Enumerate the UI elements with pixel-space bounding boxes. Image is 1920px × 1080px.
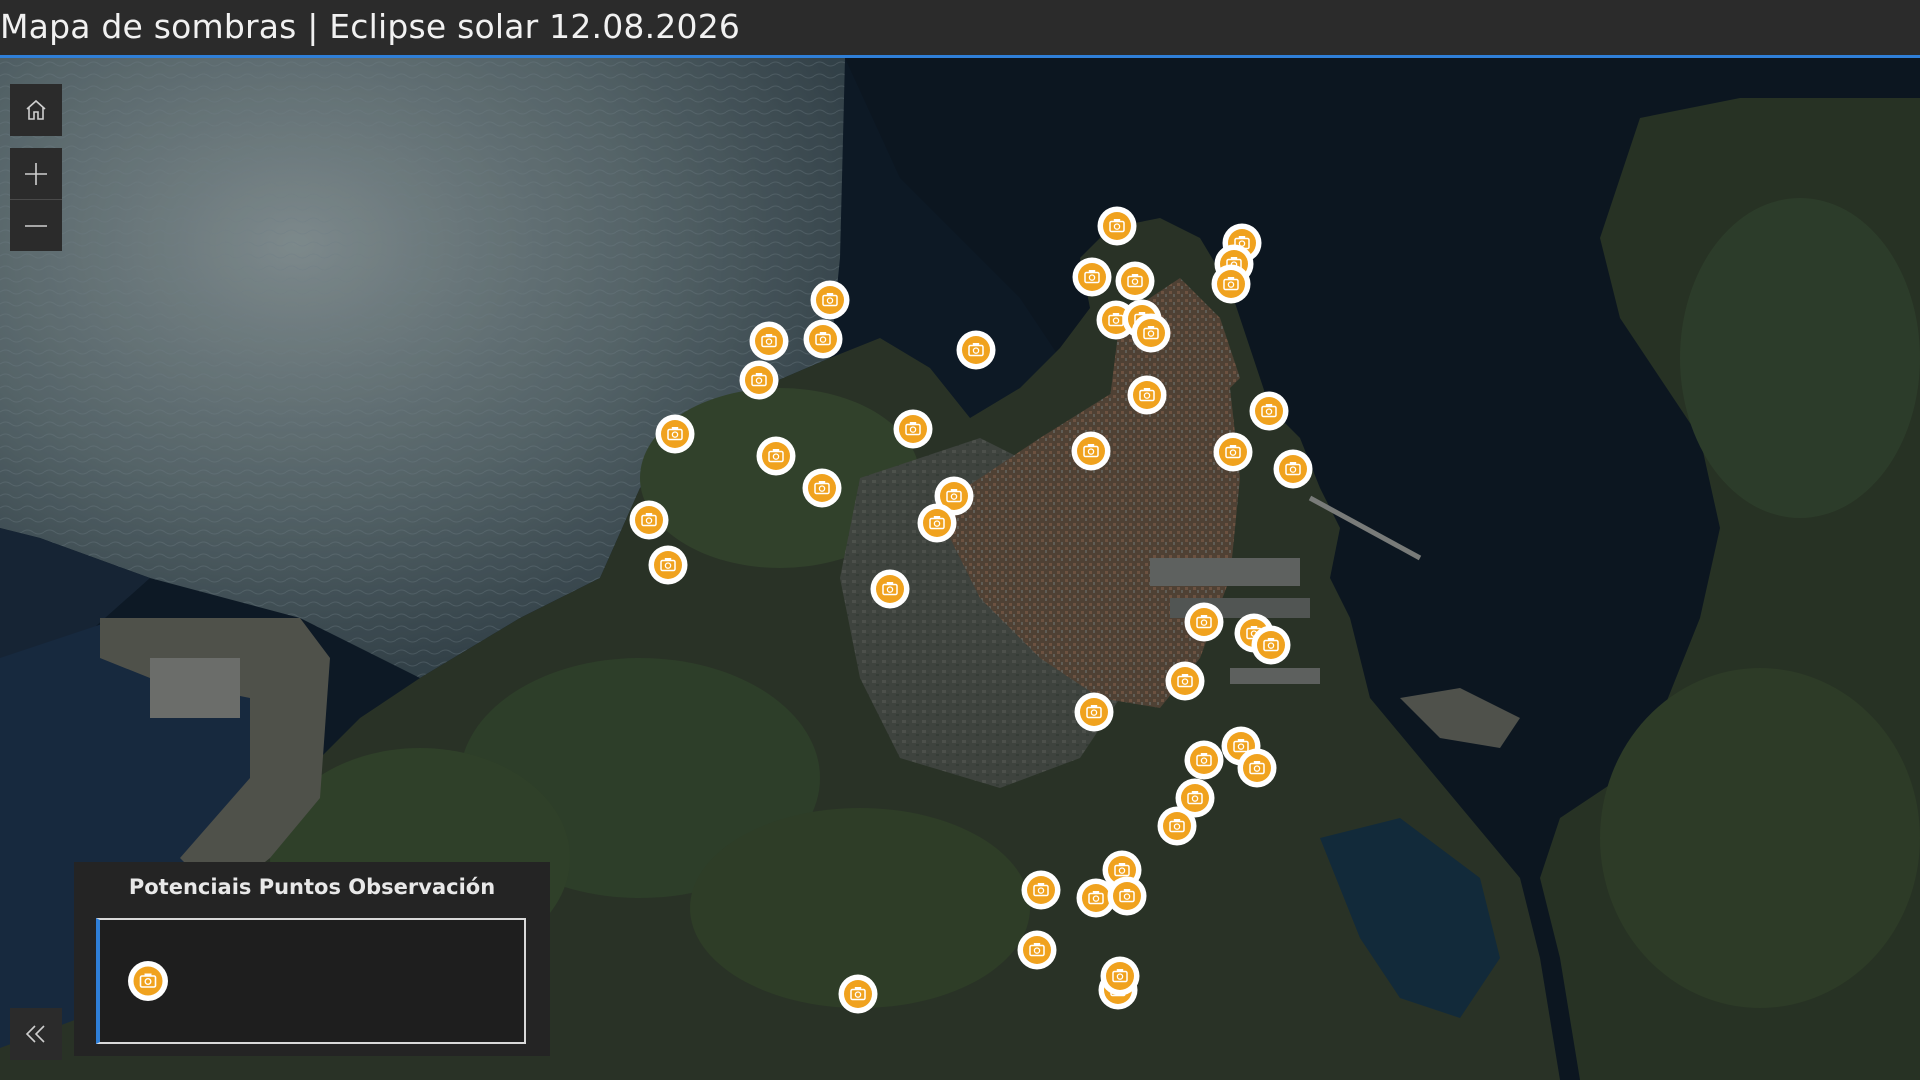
- observation-point-marker[interactable]: [1070, 430, 1112, 472]
- observation-point-marker[interactable]: [748, 320, 790, 362]
- camera-icon: [1020, 869, 1062, 911]
- observation-point-marker[interactable]: [1272, 448, 1314, 490]
- observation-point-marker[interactable]: [837, 973, 879, 1015]
- camera-icon: [1164, 660, 1206, 702]
- camera-icon: [126, 959, 170, 1003]
- camera-icon: [628, 499, 670, 541]
- observation-point-marker[interactable]: [1016, 929, 1058, 971]
- observation-point-marker[interactable]: [1106, 875, 1148, 917]
- observation-point-marker[interactable]: [1126, 374, 1168, 416]
- double-chevron-left-icon: [22, 1020, 50, 1048]
- zoom-in-button[interactable]: [10, 148, 62, 200]
- camera-icon: [1183, 601, 1225, 643]
- camera-icon: [1099, 955, 1141, 997]
- camera-icon: [1236, 747, 1278, 789]
- camera-icon: [869, 568, 911, 610]
- camera-icon: [1212, 431, 1254, 473]
- camera-icon: [1114, 260, 1156, 302]
- observation-point-marker[interactable]: [1156, 805, 1198, 847]
- camera-icon: [1272, 448, 1314, 490]
- observation-point-marker[interactable]: [869, 568, 911, 610]
- camera-icon: [892, 408, 934, 450]
- observation-point-marker[interactable]: [1250, 624, 1292, 666]
- camera-icon: [916, 502, 958, 544]
- observation-point-marker[interactable]: [1099, 955, 1141, 997]
- camera-icon: [1070, 430, 1112, 472]
- plus-icon: [22, 160, 50, 188]
- observation-point-marker[interactable]: [1073, 691, 1115, 733]
- legend-title: Potenciais Puntos Observación: [128, 875, 496, 899]
- camera-icon: [1016, 929, 1058, 971]
- observation-point-marker[interactable]: [654, 413, 696, 455]
- collapse-panel-button[interactable]: [10, 1008, 62, 1060]
- camera-icon: [801, 467, 843, 509]
- observation-point-marker[interactable]: [916, 502, 958, 544]
- observation-point-marker[interactable]: [1020, 869, 1062, 911]
- camera-icon: [755, 435, 797, 477]
- legend-panel: Potenciais Puntos Observación: [74, 862, 550, 1056]
- observation-point-marker[interactable]: [892, 408, 934, 450]
- observation-point-marker[interactable]: [1130, 312, 1172, 354]
- observation-point-marker[interactable]: [1236, 747, 1278, 789]
- observation-point-marker[interactable]: [809, 279, 851, 321]
- observation-point-marker[interactable]: [1114, 260, 1156, 302]
- home-icon: [23, 97, 49, 123]
- camera-icon: [1130, 312, 1172, 354]
- camera-icon: [1126, 374, 1168, 416]
- observation-point-marker[interactable]: [1212, 431, 1254, 473]
- camera-icon: [1210, 263, 1252, 305]
- observation-point-marker[interactable]: [1183, 739, 1225, 781]
- camera-icon: [955, 329, 997, 371]
- observation-point-marker[interactable]: [755, 435, 797, 477]
- page-title: Mapa de sombras | Eclipse solar 12.08.20…: [0, 7, 741, 46]
- camera-icon: [647, 544, 689, 586]
- camera-icon: [1250, 624, 1292, 666]
- camera-icon: [837, 973, 879, 1015]
- observation-point-marker[interactable]: [802, 318, 844, 360]
- camera-icon: [809, 279, 851, 321]
- observation-point-marker[interactable]: [647, 544, 689, 586]
- camera-icon: [738, 359, 780, 401]
- camera-icon: [1183, 739, 1225, 781]
- camera-icon: [1156, 805, 1198, 847]
- camera-icon: [802, 318, 844, 360]
- home-button[interactable]: [10, 84, 62, 136]
- camera-icon: [1106, 875, 1148, 917]
- camera-icon: [1073, 691, 1115, 733]
- observation-point-marker[interactable]: [1248, 390, 1290, 432]
- observation-point-marker[interactable]: [1096, 205, 1138, 247]
- observation-point-marker[interactable]: [1183, 601, 1225, 643]
- minus-icon: [22, 212, 50, 240]
- observation-point-marker[interactable]: [1164, 660, 1206, 702]
- camera-icon: [1096, 205, 1138, 247]
- camera-icon: [748, 320, 790, 362]
- camera-icon: [1248, 390, 1290, 432]
- app-header: Mapa de sombras | Eclipse solar 12.08.20…: [0, 0, 1920, 58]
- observation-point-marker[interactable]: [801, 467, 843, 509]
- zoom-out-button[interactable]: [10, 200, 62, 251]
- observation-point-marker[interactable]: [738, 359, 780, 401]
- legend-item: [96, 918, 526, 1044]
- observation-point-marker[interactable]: [628, 499, 670, 541]
- camera-icon: [1071, 256, 1113, 298]
- camera-icon: [654, 413, 696, 455]
- observation-point-marker[interactable]: [1071, 256, 1113, 298]
- observation-point-marker[interactable]: [955, 329, 997, 371]
- observation-point-marker[interactable]: [1210, 263, 1252, 305]
